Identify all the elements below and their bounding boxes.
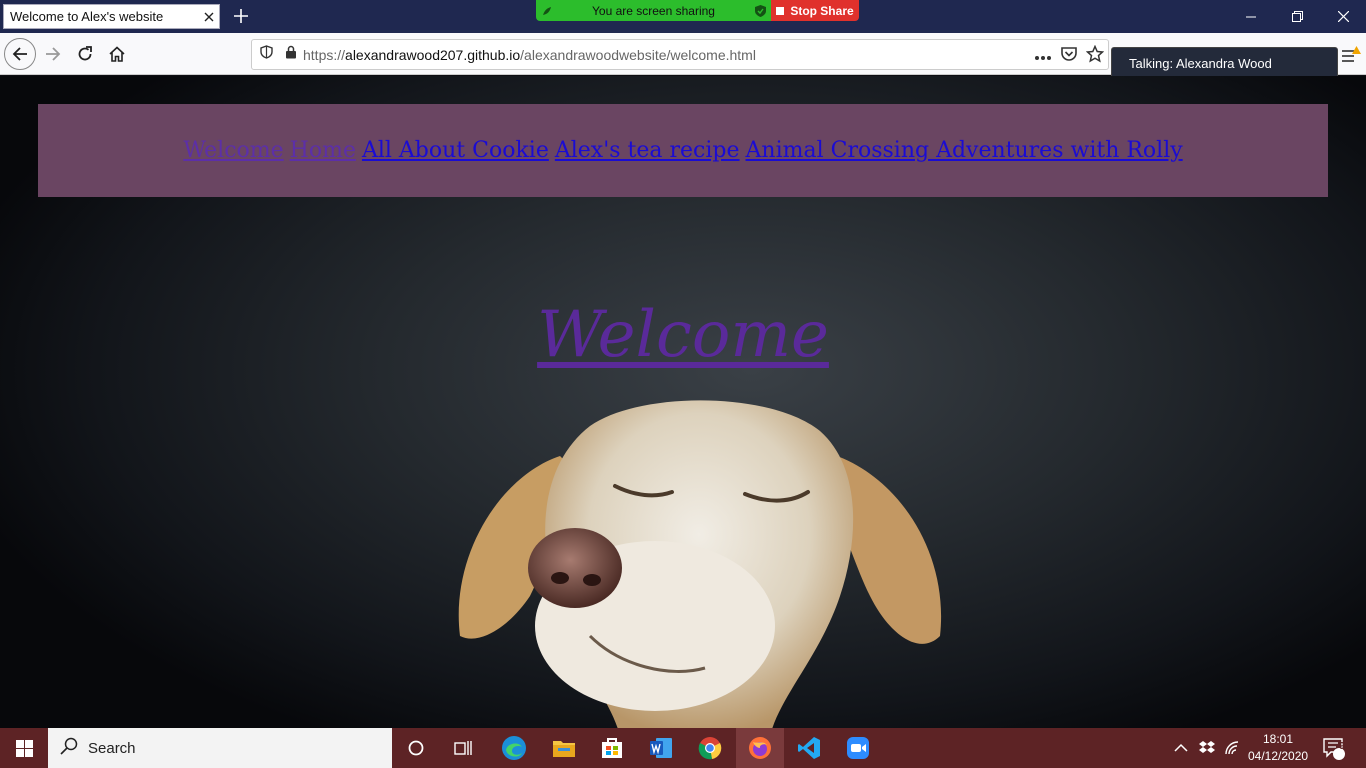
address-bar[interactable]: https://alexandrawood207.github.io/alexa…: [251, 39, 1109, 70]
browser-title-bar: Welcome to Alex's website You are screen…: [0, 0, 1366, 33]
file-explorer-icon[interactable]: [540, 728, 588, 768]
lock-icon[interactable]: [285, 45, 297, 64]
home-icon[interactable]: [101, 38, 133, 70]
url-path: /alexandrawoodwebsite/welcome.html: [520, 46, 756, 63]
screen-sharing-banner[interactable]: You are screen sharing: [536, 0, 771, 21]
edge-icon[interactable]: [490, 728, 538, 768]
wifi-icon[interactable]: [1224, 728, 1240, 768]
minimize-icon[interactable]: [1228, 0, 1274, 33]
restore-icon[interactable]: [1274, 0, 1320, 33]
shield-check-icon: [749, 4, 771, 17]
zoom-icon[interactable]: [834, 728, 882, 768]
site-navigation: Welcome Home All About Cookie Alex's tea…: [38, 104, 1328, 197]
search-icon: [60, 737, 78, 760]
stop-icon: [776, 6, 785, 15]
new-tab-icon[interactable]: [229, 5, 253, 27]
hamburger-menu-icon[interactable]: [1338, 44, 1364, 66]
show-hidden-icons-chevron[interactable]: [1174, 728, 1188, 768]
notifications-icon[interactable]: 9: [1322, 728, 1346, 768]
tab-title: Welcome to Alex's website: [10, 9, 164, 24]
tracking-shield-icon[interactable]: [260, 45, 273, 64]
zoom-talking-indicator: Talking: Alexandra Wood: [1111, 47, 1338, 79]
nav-link-all-about-cookie[interactable]: All About Cookie: [362, 138, 549, 163]
close-window-icon[interactable]: [1320, 0, 1366, 33]
welcome-heading[interactable]: Welcome: [537, 298, 829, 372]
cortana-icon[interactable]: [392, 728, 440, 768]
url-host: alexandrawood207.github.io: [345, 46, 521, 63]
windows-taskbar: Search 18:01 04/12/2020 9: [0, 728, 1366, 768]
reload-icon[interactable]: [69, 38, 101, 70]
notification-count: 9: [1339, 741, 1345, 752]
task-view-icon[interactable]: [440, 728, 488, 768]
windows-start-icon[interactable]: [0, 728, 48, 768]
forward-arrow-icon[interactable]: [37, 38, 69, 70]
word-icon[interactable]: [637, 728, 685, 768]
clock-time: 18:01: [1262, 732, 1294, 746]
stop-share-label: Stop Share: [790, 3, 854, 18]
back-arrow-icon[interactable]: [4, 38, 36, 70]
url-text[interactable]: https://alexandrawood207.github.io/alexa…: [303, 47, 756, 63]
firefox-icon[interactable]: [736, 728, 784, 768]
web-page-content: Welcome Home All About Cookie Alex's tea…: [0, 76, 1366, 728]
nav-link-tea-recipe[interactable]: Alex's tea recipe: [555, 138, 740, 163]
store-icon[interactable]: [588, 728, 636, 768]
labrador-dog-image: [458, 400, 942, 728]
stop-share-button[interactable]: Stop Share: [771, 0, 859, 21]
browser-tab[interactable]: Welcome to Alex's website: [3, 4, 220, 29]
pocket-icon[interactable]: [1060, 45, 1078, 68]
clock-date: 04/12/2020: [1248, 749, 1309, 763]
nav-link-home[interactable]: Home: [290, 138, 356, 163]
chrome-icon[interactable]: [686, 728, 734, 768]
page-actions-icon[interactable]: [1034, 48, 1052, 66]
vscode-icon[interactable]: [785, 728, 833, 768]
url-prefix: https://: [303, 46, 346, 63]
zoom-leaf-icon: [536, 6, 558, 16]
nav-link-animal-crossing[interactable]: Animal Crossing Adventures with Rolly: [746, 138, 1183, 163]
talking-label: Talking: Alexandra Wood: [1129, 55, 1272, 71]
taskbar-search-box[interactable]: Search: [48, 728, 392, 768]
welcome-heading-wrapper: Welcome: [0, 298, 1366, 372]
bookmark-star-icon[interactable]: [1085, 44, 1105, 68]
close-tab-icon[interactable]: [199, 7, 219, 27]
system-clock[interactable]: 18:01 04/12/2020: [1248, 731, 1308, 765]
dropbox-icon[interactable]: [1198, 728, 1216, 768]
nav-link-welcome[interactable]: Welcome: [183, 138, 283, 163]
search-placeholder: Search: [88, 739, 136, 757]
screen-sharing-label: You are screen sharing: [592, 3, 715, 18]
